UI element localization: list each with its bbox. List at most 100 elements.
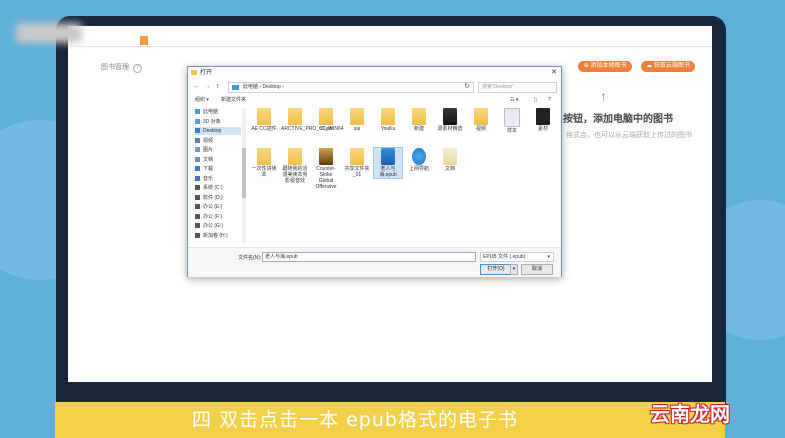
open-dropdown-button[interactable]: ▾	[510, 264, 518, 275]
close-button[interactable]: ✕	[551, 67, 557, 79]
file-item[interactable]: 源素材精选	[436, 108, 464, 132]
epub-icon	[381, 148, 395, 165]
filename-input[interactable]: 老人与海.epub	[262, 252, 476, 262]
search-input[interactable]: 搜索"Desktop"	[478, 82, 557, 93]
sidebar-item[interactable]: 办公 (G:)	[195, 222, 223, 230]
file-item[interactable]: 老人与海.epub	[373, 147, 403, 179]
sidebar-item-label: 视频	[203, 137, 214, 144]
preview-pane-button[interactable]: ▯	[534, 95, 537, 106]
file-item[interactable]: 文档	[436, 148, 464, 172]
sidebar-scrollbar[interactable]	[242, 108, 246, 243]
up-button[interactable]: ↑	[216, 80, 220, 94]
file-item[interactable]: ARCTIVE_PRO_C1_WIN64	[281, 108, 344, 132]
open-button[interactable]: 打开(O)	[480, 264, 512, 275]
add-local-book-button[interactable]: ⊕ 添加本地图书	[578, 61, 632, 72]
app-tab-icon	[140, 36, 148, 45]
drive-icon	[195, 194, 200, 200]
filetype-value: EPUB 文件 (.epub)	[483, 254, 526, 260]
file-item[interactable]: Counter-Strike Global Offensive	[312, 148, 340, 190]
app-header-divider	[68, 46, 712, 47]
file-item[interactable]: 视频	[467, 108, 495, 132]
sidebar-item[interactable]: 图片	[195, 146, 213, 154]
pc-icon	[195, 109, 200, 115]
filename-label: 文件名(N):	[238, 255, 262, 261]
file-list: AE CC插件 ARCTIVE_PRO_C1_WIN64 oCam sai YouKu 新…	[250, 108, 550, 243]
sidebar-item[interactable]: 文档	[195, 156, 213, 164]
folder-icon	[257, 148, 271, 165]
file-item[interactable]: 跟随我的活漫美读本身影视音效	[281, 148, 309, 184]
file-item[interactable]: 新建	[405, 108, 433, 132]
folder-icon	[191, 70, 197, 75]
scrollbar-thumb[interactable]	[242, 148, 246, 198]
cloud-book-button[interactable]: ☁ 获取云端图书	[641, 61, 695, 72]
file-item[interactable]: 样本	[498, 108, 526, 134]
drive-icon	[195, 185, 200, 191]
dialog-footer: 文件名(N): 老人与海.epub EPUB 文件 (.epub) ▾ 打开(O)…	[188, 247, 561, 277]
drive-icon	[195, 232, 200, 238]
navigation-bar: ← → ↑ 此电脑 › Desktop › ↻ 搜索"Desktop"	[188, 80, 561, 94]
sidebar-item[interactable]: 此电脑	[195, 108, 218, 116]
sidebar-item-label: 图片	[203, 147, 214, 153]
folder-icon	[474, 108, 488, 125]
file-item[interactable]: 素材	[529, 108, 557, 132]
address-bar[interactable]: 此电脑 › Desktop ›	[228, 82, 474, 93]
drive-icon	[195, 213, 200, 219]
file-item[interactable]: 共享文件夹_01	[343, 148, 371, 178]
sidebar-item[interactable]: 系统 (C:)	[195, 184, 223, 192]
file-label: Counter-Strike Global Offensive	[315, 166, 337, 190]
back-button[interactable]: ←	[193, 80, 200, 94]
sidebar-item-label: 办公 (G:)	[203, 223, 223, 229]
file-item[interactable]: YouKu	[374, 108, 402, 132]
file-label: ARCTIVE_PRO_C1_WIN64	[281, 126, 344, 132]
sidebar-item-label: 音乐	[203, 175, 214, 182]
navigation-pane: 此电脑 3D 对象 Desktop 视频图片文档下载音乐系统 (C:) 软件 (D:) 办…	[195, 108, 245, 243]
address-path: 此电脑 › Desktop ›	[243, 84, 284, 90]
file-label: 样本	[506, 128, 517, 134]
folder-icon	[412, 108, 426, 125]
folder-icon	[443, 108, 457, 125]
file-label: 老人与海.epub	[379, 166, 397, 178]
sidebar-item-label: 办公 (F:)	[203, 213, 223, 220]
blurred-user-info	[16, 23, 82, 43]
file-label: oCam	[319, 126, 333, 132]
pc-icon	[232, 85, 239, 90]
sidebar-item-label: 文档	[203, 156, 214, 163]
sidebar-item[interactable]: 音乐	[195, 175, 213, 183]
drive-icon	[195, 223, 200, 229]
document-icon	[443, 148, 457, 165]
sidebar-item[interactable]: 下载	[195, 165, 213, 173]
file-item[interactable]: 上网导航	[405, 148, 433, 172]
file-label: AE CC插件	[251, 126, 277, 132]
game-icon	[319, 148, 333, 165]
file-label: sai	[353, 126, 361, 132]
refresh-button[interactable]: ↻	[464, 82, 470, 90]
sidebar-item[interactable]: 新加卷 (H:)	[195, 232, 228, 240]
question-icon[interactable]: ?	[133, 64, 142, 73]
file-item[interactable]: oCam	[312, 108, 340, 132]
cancel-button[interactable]: 取消	[521, 264, 553, 275]
folder-icon	[257, 108, 271, 125]
file-label: 一次性讲读本	[251, 166, 277, 178]
file-item[interactable]: AE CC插件	[250, 108, 278, 132]
file-item[interactable]: sai	[343, 108, 371, 132]
dialog-titlebar[interactable]: 打开 ✕	[188, 67, 561, 79]
sidebar-item[interactable]: 视频	[195, 137, 213, 145]
new-folder-button[interactable]: 新建文件夹	[221, 95, 246, 106]
watermark-logo: 云南龙网	[650, 402, 730, 426]
view-options-button[interactable]: ☷ ▾	[510, 95, 518, 106]
sidebar-item[interactable]: Desktop	[195, 127, 241, 135]
file-item[interactable]: 一次性讲读本	[250, 148, 278, 178]
sidebar-item[interactable]: 办公 (E:)	[195, 203, 222, 211]
forward-button[interactable]: →	[204, 80, 211, 94]
sidebar-item[interactable]: 办公 (F:)	[195, 213, 222, 221]
sidebar-item[interactable]: 软件 (D:)	[195, 194, 223, 202]
folder-icon	[350, 108, 364, 125]
filetype-select[interactable]: EPUB 文件 (.epub) ▾	[480, 252, 554, 262]
sidebar-item[interactable]: 3D 对象	[195, 118, 221, 126]
file-icon	[536, 108, 550, 125]
help-button[interactable]: ?	[548, 95, 551, 106]
file-label: 文档	[444, 166, 455, 172]
folder-icon	[288, 148, 302, 165]
organize-button[interactable]: 组织 ▾	[195, 95, 209, 106]
sidebar-item-label: 软件 (D:)	[203, 194, 223, 201]
